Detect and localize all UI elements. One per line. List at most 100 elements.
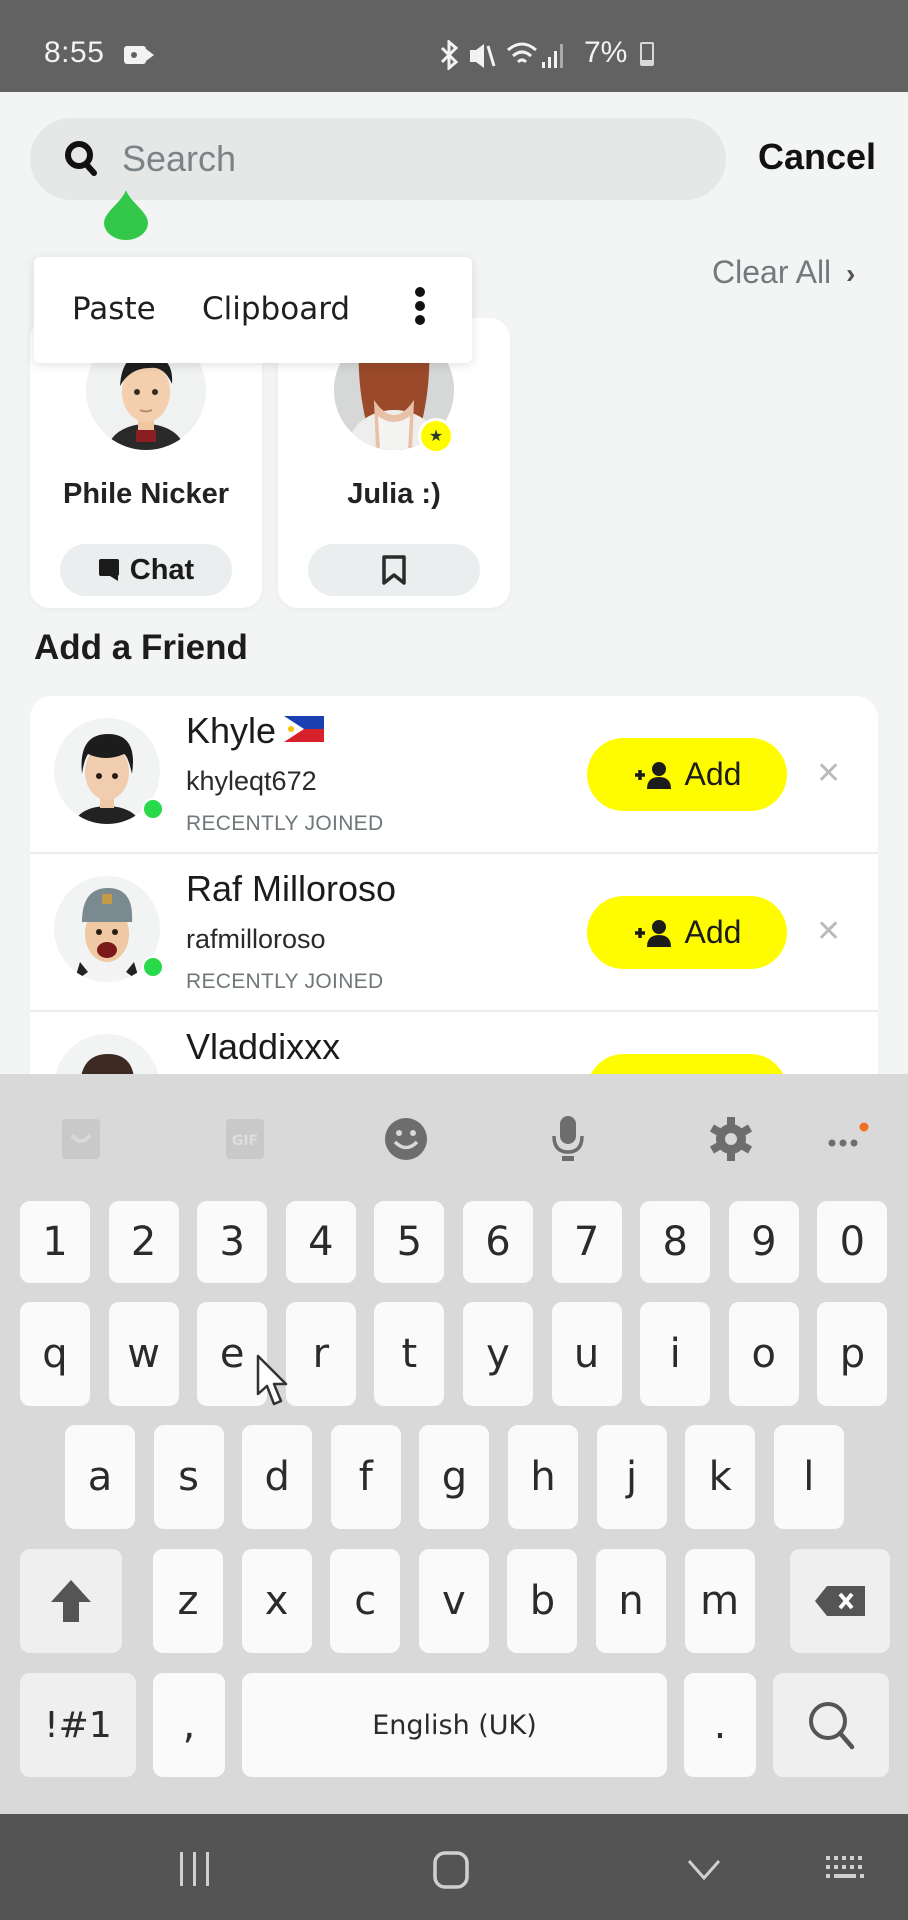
friend-status: RECENTLY JOINED bbox=[186, 812, 384, 835]
letter-key-i[interactable]: i bbox=[640, 1302, 711, 1406]
add-friend-button[interactable]: Add bbox=[587, 738, 787, 811]
number-key-5[interactable]: 5 bbox=[374, 1201, 445, 1283]
bookmark-icon bbox=[382, 555, 406, 585]
add-button-label: Add bbox=[684, 914, 742, 950]
keyboard-switch-icon[interactable] bbox=[824, 1854, 868, 1884]
number-key-3[interactable]: 3 bbox=[197, 1201, 268, 1283]
letter-key-a[interactable]: a bbox=[65, 1425, 135, 1529]
section-title: Add a Friend bbox=[34, 628, 248, 667]
more-options-icon[interactable] bbox=[414, 287, 426, 327]
letter-key-y[interactable]: y bbox=[463, 1302, 533, 1406]
friend-name: Raf Milloroso bbox=[186, 868, 397, 909]
bluetooth-icon bbox=[440, 40, 459, 70]
more-icon[interactable] bbox=[822, 1114, 872, 1164]
add-friend-list: Khyle khyleqt672 RECENTLY JOINED Add ✕ R… bbox=[30, 696, 878, 1086]
star-badge-icon: ★ bbox=[418, 418, 454, 454]
number-key-4[interactable]: 4 bbox=[285, 1201, 356, 1283]
letter-key-o[interactable]: o bbox=[728, 1302, 799, 1406]
letter-key-t[interactable]: t bbox=[374, 1302, 445, 1406]
shift-key[interactable] bbox=[20, 1549, 122, 1653]
sticker-icon[interactable] bbox=[56, 1114, 106, 1164]
number-key-9[interactable]: 9 bbox=[728, 1201, 799, 1283]
friend-suggestion-row[interactable]: Khyle khyleqt672 RECENTLY JOINED Add ✕ bbox=[30, 696, 878, 854]
friend-suggestion-row[interactable]: Raf Milloroso rafmilloroso RECENTLY JOIN… bbox=[30, 854, 878, 1012]
letter-key-w[interactable]: w bbox=[108, 1302, 179, 1406]
chat-icon bbox=[98, 559, 119, 581]
number-key-8[interactable]: 8 bbox=[640, 1201, 711, 1283]
letter-key-c[interactable]: c bbox=[330, 1549, 401, 1653]
online-indicator bbox=[142, 798, 164, 820]
friend-status: RECENTLY JOINED bbox=[186, 970, 384, 993]
letter-key-x[interactable]: x bbox=[241, 1549, 312, 1653]
paste-button[interactable]: Paste bbox=[72, 291, 156, 327]
friend-name: Khyle bbox=[186, 710, 325, 752]
settings-icon[interactable] bbox=[706, 1114, 756, 1164]
clear-all-button[interactable]: Clear All › bbox=[712, 254, 855, 291]
shift-arrow-icon bbox=[51, 1580, 91, 1622]
status-bar: 8:55 7% bbox=[0, 0, 908, 92]
search-bar[interactable] bbox=[30, 118, 726, 200]
cancel-button[interactable]: Cancel bbox=[758, 136, 876, 178]
home-icon[interactable] bbox=[432, 1850, 470, 1890]
letter-key-z[interactable]: z bbox=[153, 1549, 223, 1653]
status-time: 8:55 bbox=[44, 36, 105, 69]
space-key[interactable]: English (UK) bbox=[242, 1673, 667, 1777]
letter-key-j[interactable]: j bbox=[596, 1425, 667, 1529]
number-key-0[interactable]: 0 bbox=[817, 1201, 888, 1283]
add-user-icon bbox=[634, 919, 671, 947]
recent-apps-icon[interactable] bbox=[178, 1850, 212, 1888]
number-key-7[interactable]: 7 bbox=[551, 1201, 622, 1283]
backspace-key[interactable] bbox=[790, 1549, 890, 1653]
clipboard-button[interactable]: Clipboard bbox=[202, 291, 350, 327]
hide-keyboard-icon[interactable] bbox=[686, 1858, 722, 1882]
on-screen-keyboard: GIF !#1 , English (UK) . 1234567890qwert… bbox=[0, 1074, 908, 1814]
battery-percentage: 7% bbox=[584, 36, 628, 69]
dismiss-icon[interactable]: ✕ bbox=[816, 914, 841, 949]
gif-icon[interactable]: GIF bbox=[220, 1114, 270, 1164]
recent-card-name: Julia :) bbox=[347, 478, 441, 510]
letter-key-f[interactable]: f bbox=[330, 1425, 401, 1529]
clear-all-label: Clear All bbox=[712, 254, 832, 290]
letter-key-n[interactable]: n bbox=[596, 1549, 666, 1653]
letter-key-h[interactable]: h bbox=[508, 1425, 578, 1529]
chat-button-label: Chat bbox=[129, 553, 195, 586]
letter-key-b[interactable]: b bbox=[507, 1549, 578, 1653]
number-key-6[interactable]: 6 bbox=[463, 1201, 533, 1283]
online-indicator bbox=[142, 956, 164, 978]
save-bookmark-button[interactable] bbox=[308, 544, 480, 596]
friend-username: rafmilloroso bbox=[186, 924, 326, 954]
letter-key-g[interactable]: g bbox=[419, 1425, 490, 1529]
microphone-icon[interactable] bbox=[543, 1114, 593, 1164]
letter-key-s[interactable]: s bbox=[153, 1425, 224, 1529]
signal-icon bbox=[542, 44, 563, 68]
number-key-2[interactable]: 2 bbox=[108, 1201, 179, 1283]
recent-card-name: Phile Nicker bbox=[62, 478, 230, 510]
text-cursor-handle[interactable] bbox=[104, 190, 148, 240]
letter-key-m[interactable]: m bbox=[684, 1549, 755, 1653]
dismiss-icon[interactable]: ✕ bbox=[816, 756, 841, 791]
letter-key-v[interactable]: v bbox=[418, 1549, 489, 1653]
chat-button[interactable]: Chat bbox=[60, 544, 232, 596]
letter-key-p[interactable]: p bbox=[817, 1302, 888, 1406]
letter-key-l[interactable]: l bbox=[773, 1425, 844, 1529]
friend-username: khyleqt672 bbox=[186, 766, 317, 796]
search-input[interactable] bbox=[122, 136, 682, 182]
number-key-1[interactable]: 1 bbox=[20, 1201, 90, 1283]
backspace-icon bbox=[815, 1586, 865, 1616]
letter-key-q[interactable]: q bbox=[20, 1302, 90, 1406]
letter-key-d[interactable]: d bbox=[242, 1425, 313, 1529]
battery-charging-icon bbox=[640, 42, 654, 66]
symbols-key[interactable]: !#1 bbox=[20, 1673, 136, 1777]
letter-key-r[interactable]: r bbox=[285, 1302, 356, 1406]
philippines-flag-icon bbox=[284, 716, 325, 743]
search-key[interactable] bbox=[773, 1673, 889, 1777]
comma-key[interactable]: , bbox=[153, 1673, 225, 1777]
add-user-icon bbox=[634, 761, 671, 789]
letter-key-k[interactable]: k bbox=[685, 1425, 756, 1529]
keyboard-toolbar: GIF bbox=[0, 1074, 908, 1204]
add-friend-button[interactable]: Add bbox=[587, 896, 787, 969]
period-key[interactable]: . bbox=[684, 1673, 756, 1777]
letter-key-u[interactable]: u bbox=[551, 1302, 622, 1406]
mute-icon bbox=[470, 44, 496, 68]
emoji-icon[interactable] bbox=[381, 1114, 431, 1164]
